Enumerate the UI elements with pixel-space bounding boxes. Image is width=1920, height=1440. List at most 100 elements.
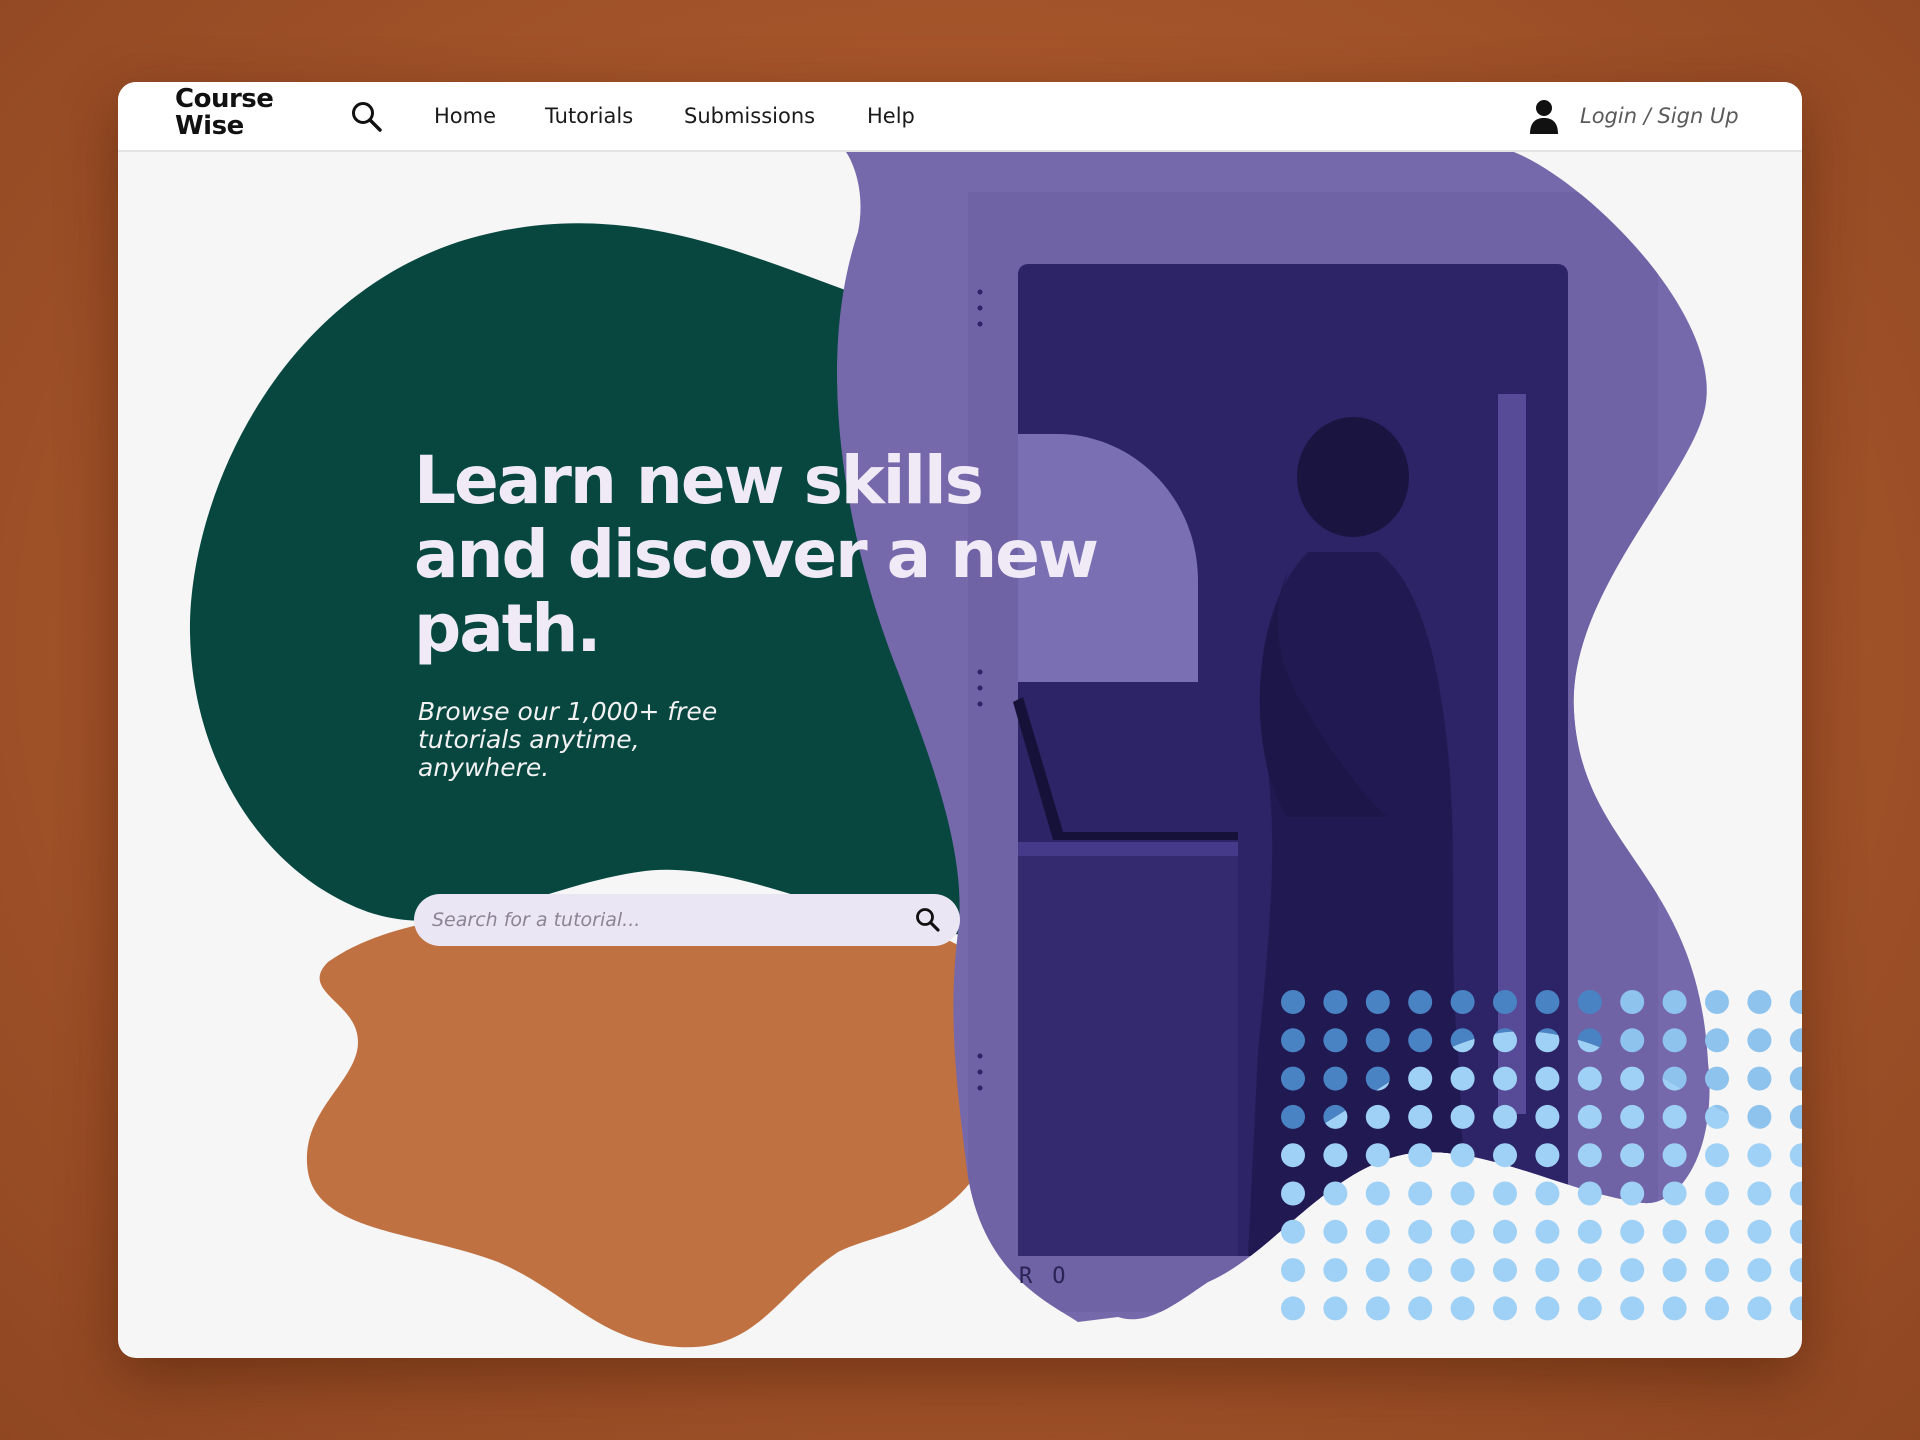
- pattern-dot: [1450, 1296, 1475, 1321]
- user-icon[interactable]: [1528, 98, 1560, 134]
- pattern-dot: [1281, 1028, 1305, 1053]
- pattern-dot: [1535, 1258, 1560, 1283]
- pattern-dot: [1577, 990, 1602, 1014]
- pattern-dot: [1705, 1258, 1729, 1283]
- pattern-dot: [1620, 1181, 1645, 1206]
- pattern-dot: [1408, 1219, 1433, 1244]
- pattern-dot: [1323, 1219, 1348, 1244]
- pattern-dot: [1789, 1219, 1802, 1244]
- pattern-dot: [1747, 1258, 1772, 1283]
- pattern-dot: [1662, 1296, 1687, 1321]
- pattern-dot: [1662, 990, 1687, 1014]
- tutorial-search-input[interactable]: [432, 894, 902, 946]
- pattern-dot: [1365, 1258, 1390, 1283]
- pattern-dot: [1662, 1028, 1687, 1053]
- pattern-dot: [1493, 1219, 1517, 1244]
- pattern-dot: [1281, 1258, 1305, 1283]
- pattern-dot: [1450, 1066, 1475, 1091]
- nav-link-home[interactable]: Home: [434, 104, 496, 128]
- pattern-dot: [1705, 1028, 1729, 1053]
- pattern-dot: [1535, 1181, 1560, 1206]
- pattern-dot: [1493, 1143, 1517, 1168]
- pattern-dot: [1493, 1104, 1517, 1129]
- pattern-dot: [1662, 1181, 1687, 1206]
- pattern-dot: [1323, 1028, 1348, 1053]
- hero-subhead: Browse our 1,000+ free tutorials anytime…: [418, 697, 718, 782]
- pattern-dot: [1577, 1143, 1602, 1168]
- pattern-dot: [1535, 1296, 1560, 1321]
- pattern-dot: [1620, 1143, 1645, 1168]
- pattern-dot: [1577, 1104, 1602, 1129]
- pattern-dot: [1535, 1066, 1560, 1091]
- pattern-dot: [1408, 1181, 1433, 1206]
- pattern-dot: [1281, 1104, 1305, 1129]
- pattern-dot: [1408, 1143, 1433, 1168]
- pattern-dot: [1662, 1258, 1687, 1283]
- pattern-dot: [1408, 1028, 1433, 1053]
- pattern-dot: [1365, 1104, 1390, 1129]
- search-icon[interactable]: [914, 906, 942, 934]
- pattern-dot: [1789, 1104, 1802, 1129]
- pattern-dot: [1535, 990, 1560, 1014]
- pattern-dot: [1620, 1296, 1645, 1321]
- pattern-dot: [1747, 1181, 1772, 1206]
- pattern-dot: [1365, 1219, 1390, 1244]
- pattern-dot: [1789, 1296, 1802, 1321]
- pattern-dot: [1535, 1143, 1560, 1168]
- pattern-dot: [1365, 1296, 1390, 1321]
- pattern-dot: [1705, 1066, 1729, 1091]
- login-signup-link[interactable]: Login / Sign Up: [1580, 104, 1739, 128]
- pattern-dot: [1323, 1143, 1348, 1168]
- pattern-dot: [1281, 1143, 1305, 1168]
- pattern-dot: [1747, 1219, 1772, 1244]
- pattern-dot: [1323, 1258, 1348, 1283]
- pattern-dot: [1450, 1143, 1475, 1168]
- pattern-dot: [1577, 1296, 1602, 1321]
- nav-link-tutorials[interactable]: Tutorials: [545, 104, 633, 128]
- pattern-dot: [1747, 1143, 1772, 1168]
- pattern-dot: [1662, 1143, 1687, 1168]
- pattern-dot: [1408, 990, 1433, 1014]
- pattern-dot: [1789, 990, 1802, 1014]
- pattern-dot: [1408, 1258, 1433, 1283]
- pattern-dot: [1705, 1296, 1729, 1321]
- pattern-dot: [1620, 1104, 1645, 1129]
- top-navbar: Course Wise Home Tutorials Submissions H…: [118, 82, 1802, 152]
- pattern-dot: [1535, 1219, 1560, 1244]
- pattern-dot: [1620, 990, 1645, 1014]
- nav-link-help[interactable]: Help: [867, 104, 915, 128]
- pattern-dot: [1493, 990, 1517, 1014]
- pattern-dot: [1789, 1181, 1802, 1206]
- pattern-dot: [1705, 1143, 1729, 1168]
- pattern-dot: [1493, 1296, 1517, 1321]
- pattern-dot: [1281, 1181, 1305, 1206]
- orange-blob: [306, 902, 1007, 1348]
- pattern-dot: [1789, 1258, 1802, 1283]
- pattern-dot: [1620, 1258, 1645, 1283]
- pattern-dot: [1450, 1258, 1475, 1283]
- pattern-dot: [1323, 1066, 1348, 1091]
- nav-link-submissions[interactable]: Submissions: [684, 104, 815, 128]
- pattern-dot: [1705, 1181, 1729, 1206]
- pattern-dot: [1747, 1296, 1772, 1321]
- pattern-dot: [1493, 1181, 1517, 1206]
- pattern-dot: [1577, 1181, 1602, 1206]
- pattern-dot: [1365, 990, 1390, 1014]
- search-icon[interactable]: [350, 100, 384, 134]
- pattern-dot: [1620, 1028, 1645, 1053]
- pattern-dot: [1281, 1066, 1305, 1091]
- pattern-dot: [1620, 1219, 1645, 1244]
- pattern-dot: [1281, 1219, 1305, 1244]
- pattern-dot: [1450, 1219, 1475, 1244]
- pattern-dot: [1662, 1104, 1687, 1129]
- pattern-dot: [1662, 1219, 1687, 1244]
- brand-logo[interactable]: Course Wise: [175, 86, 305, 140]
- pattern-dot: [1747, 990, 1772, 1014]
- pattern-dot: [1705, 990, 1729, 1014]
- pattern-dot: [1789, 1066, 1802, 1091]
- pattern-dot: [1535, 1104, 1560, 1129]
- hero-artwork: [189, 152, 1802, 1348]
- hero-headline: Learn new skills and discover a new path…: [414, 442, 1099, 667]
- pattern-dot: [1450, 990, 1475, 1014]
- pattern-dot: [1577, 1219, 1602, 1244]
